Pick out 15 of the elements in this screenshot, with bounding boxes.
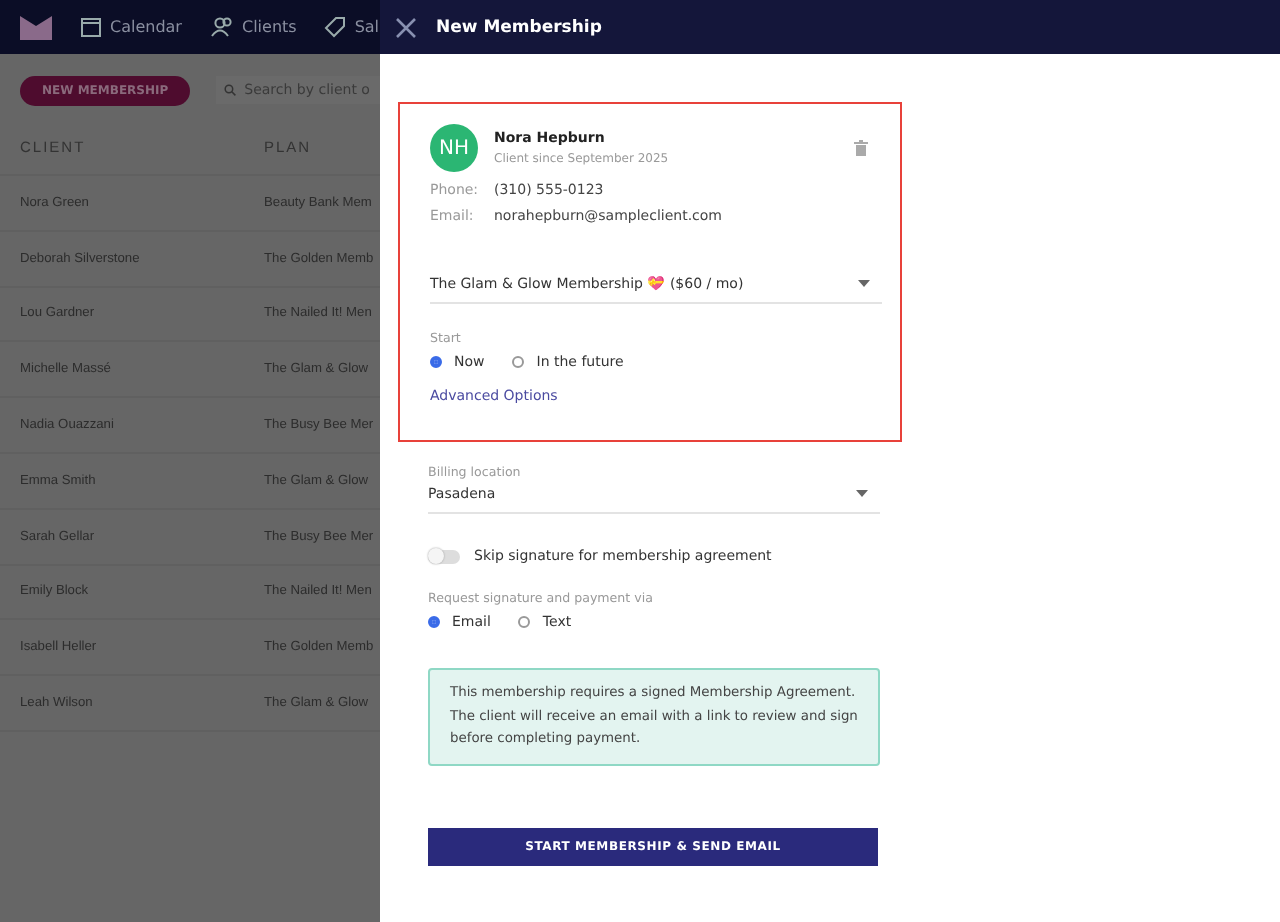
caret-icon	[858, 280, 870, 288]
avatar-initials: NH	[430, 124, 478, 172]
nav-link[interactable]: Sal	[324, 16, 380, 38]
nav-link[interactable]: Clients	[209, 16, 297, 38]
logo-icon	[20, 15, 52, 39]
close-icon[interactable]	[396, 17, 416, 37]
nav-link[interactable]: Calendar	[80, 16, 182, 38]
trash-icon[interactable]	[854, 140, 868, 156]
people-icon	[209, 16, 234, 38]
tag-icon	[324, 16, 347, 38]
caret-icon	[856, 490, 868, 498]
toggle-switch[interactable]	[428, 549, 460, 563]
calendar-icon	[80, 16, 102, 38]
search-icon	[224, 82, 237, 98]
drawer-title: New Membership	[436, 17, 602, 37]
